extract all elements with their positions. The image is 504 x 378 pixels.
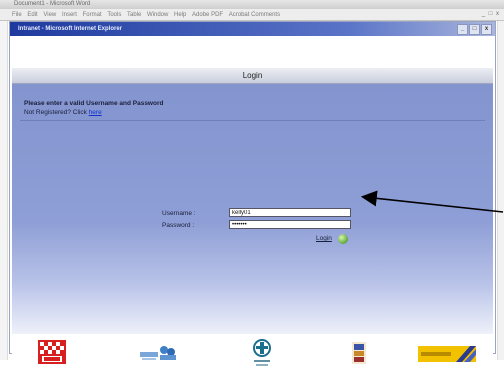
annotation-arrow [360, 190, 504, 213]
